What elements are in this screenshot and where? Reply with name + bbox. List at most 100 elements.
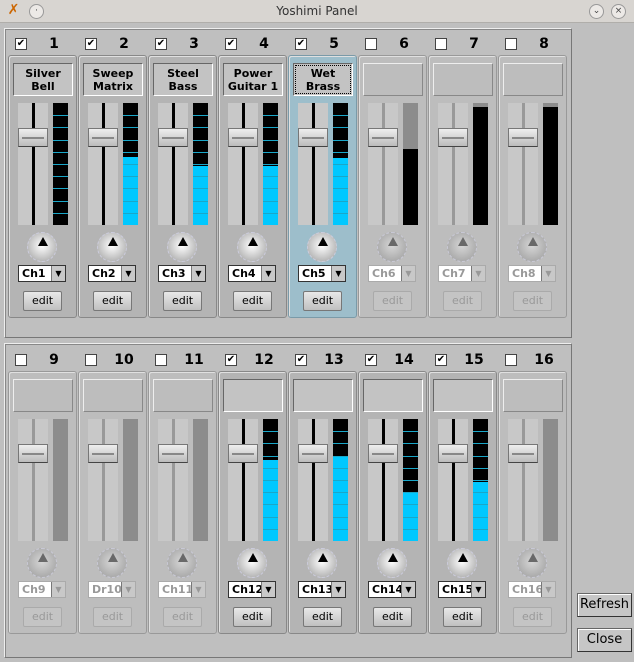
pan-knob[interactable] xyxy=(27,548,57,578)
volume-slider[interactable] xyxy=(228,419,258,541)
instrument-name[interactable] xyxy=(503,379,563,412)
channel-dropdown[interactable]: Ch4 ▼ xyxy=(228,265,276,282)
instrument-name[interactable]: Sweep Matrix xyxy=(83,63,143,96)
instrument-name[interactable]: Steel Bass xyxy=(153,63,213,96)
enable-checkbox[interactable]: ✔ xyxy=(435,354,447,366)
enable-checkbox[interactable]: ✔ xyxy=(295,38,307,50)
slider-thumb[interactable] xyxy=(508,128,538,147)
enable-checkbox[interactable] xyxy=(505,38,517,50)
volume-slider[interactable] xyxy=(508,419,538,541)
pan-knob[interactable] xyxy=(307,548,337,578)
edit-button[interactable]: edit xyxy=(303,607,342,627)
slider-thumb[interactable] xyxy=(298,128,328,147)
slider-thumb[interactable] xyxy=(298,444,328,463)
slider-thumb[interactable] xyxy=(88,444,118,463)
chevron-down-icon[interactable]: ▼ xyxy=(331,266,345,281)
volume-slider[interactable] xyxy=(368,419,398,541)
refresh-button[interactable]: Refresh xyxy=(577,593,632,617)
pan-knob[interactable] xyxy=(167,232,197,262)
instrument-name[interactable] xyxy=(153,379,213,412)
instrument-name[interactable] xyxy=(293,379,353,412)
close-button[interactable]: Close xyxy=(577,628,632,652)
part-panel[interactable]: Ch16 ▼ edit xyxy=(498,371,567,634)
part-panel[interactable]: Power Guitar 1 Ch4 ▼ edit xyxy=(218,55,287,318)
instrument-name[interactable] xyxy=(83,379,143,412)
volume-slider[interactable] xyxy=(368,103,398,225)
chevron-down-icon[interactable]: ▼ xyxy=(541,582,555,597)
part-panel[interactable]: Sweep Matrix Ch2 ▼ edit xyxy=(78,55,147,318)
pan-knob[interactable] xyxy=(27,232,57,262)
enable-checkbox[interactable] xyxy=(505,354,517,366)
chevron-down-icon[interactable]: ▼ xyxy=(471,266,485,281)
volume-slider[interactable] xyxy=(158,103,188,225)
pan-knob[interactable] xyxy=(307,232,337,262)
enable-checkbox[interactable]: ✔ xyxy=(365,354,377,366)
instrument-name[interactable]: Power Guitar 1 xyxy=(223,63,283,96)
edit-button[interactable]: edit xyxy=(23,291,62,311)
chevron-down-icon[interactable]: ▼ xyxy=(121,582,135,597)
chevron-down-icon[interactable]: ▼ xyxy=(121,266,135,281)
slider-thumb[interactable] xyxy=(88,128,118,147)
channel-dropdown[interactable]: Ch11 ▼ xyxy=(158,581,206,598)
pan-knob[interactable] xyxy=(377,548,407,578)
volume-slider[interactable] xyxy=(438,419,468,541)
chevron-down-icon[interactable]: ▼ xyxy=(541,266,555,281)
part-panel[interactable]: Ch15 ▼ edit xyxy=(428,371,497,634)
chevron-down-icon[interactable]: ▼ xyxy=(51,582,65,597)
instrument-name[interactable] xyxy=(363,63,423,96)
edit-button[interactable]: edit xyxy=(233,291,272,311)
slider-thumb[interactable] xyxy=(158,444,188,463)
enable-checkbox[interactable]: ✔ xyxy=(225,354,237,366)
slider-thumb[interactable] xyxy=(18,128,48,147)
slider-thumb[interactable] xyxy=(158,128,188,147)
chevron-down-icon[interactable]: ▼ xyxy=(471,582,485,597)
part-panel[interactable]: Ch11 ▼ edit xyxy=(148,371,217,634)
enable-checkbox[interactable] xyxy=(155,354,167,366)
edit-button[interactable]: edit xyxy=(443,607,482,627)
instrument-name[interactable] xyxy=(433,379,493,412)
volume-slider[interactable] xyxy=(18,103,48,225)
part-panel[interactable]: Ch7 ▼ edit xyxy=(428,55,497,318)
part-panel[interactable]: Ch14 ▼ edit xyxy=(358,371,427,634)
slider-thumb[interactable] xyxy=(508,444,538,463)
channel-dropdown[interactable]: Ch1 ▼ xyxy=(18,265,66,282)
instrument-name[interactable] xyxy=(13,379,73,412)
volume-slider[interactable] xyxy=(228,103,258,225)
slider-thumb[interactable] xyxy=(438,128,468,147)
edit-button[interactable]: edit xyxy=(233,607,272,627)
edit-button[interactable]: edit xyxy=(303,291,342,311)
volume-slider[interactable] xyxy=(298,103,328,225)
channel-dropdown[interactable]: Ch3 ▼ xyxy=(158,265,206,282)
instrument-name[interactable]: Wet Brass xyxy=(293,63,353,96)
pan-knob[interactable] xyxy=(517,548,547,578)
instrument-name[interactable] xyxy=(363,379,423,412)
volume-slider[interactable] xyxy=(18,419,48,541)
part-panel[interactable]: Ch6 ▼ edit xyxy=(358,55,427,318)
slider-thumb[interactable] xyxy=(438,444,468,463)
edit-button[interactable]: edit xyxy=(93,291,132,311)
edit-button[interactable]: edit xyxy=(373,607,412,627)
part-panel[interactable]: Ch12 ▼ edit xyxy=(218,371,287,634)
volume-slider[interactable] xyxy=(88,419,118,541)
channel-dropdown[interactable]: Ch6 ▼ xyxy=(368,265,416,282)
volume-slider[interactable] xyxy=(298,419,328,541)
chevron-down-icon[interactable]: ▼ xyxy=(191,266,205,281)
volume-slider[interactable] xyxy=(158,419,188,541)
channel-dropdown[interactable]: Ch16 ▼ xyxy=(508,581,556,598)
pan-knob[interactable] xyxy=(97,548,127,578)
part-panel[interactable]: Ch13 ▼ edit xyxy=(288,371,357,634)
channel-dropdown[interactable]: Ch7 ▼ xyxy=(438,265,486,282)
slider-thumb[interactable] xyxy=(368,128,398,147)
channel-dropdown[interactable]: Ch14 ▼ xyxy=(368,581,416,598)
enable-checkbox[interactable] xyxy=(85,354,97,366)
chevron-down-icon[interactable]: ▼ xyxy=(401,582,415,597)
part-panel[interactable]: Wet Brass Ch5 ▼ edit xyxy=(288,55,357,318)
chevron-down-icon[interactable]: ▼ xyxy=(261,266,275,281)
channel-dropdown[interactable]: Ch9 ▼ xyxy=(18,581,66,598)
pan-knob[interactable] xyxy=(97,232,127,262)
part-panel[interactable]: Ch8 ▼ edit xyxy=(498,55,567,318)
chevron-down-icon[interactable]: ▼ xyxy=(261,582,275,597)
pan-knob[interactable] xyxy=(447,548,477,578)
channel-dropdown[interactable]: Ch15 ▼ xyxy=(438,581,486,598)
slider-thumb[interactable] xyxy=(18,444,48,463)
